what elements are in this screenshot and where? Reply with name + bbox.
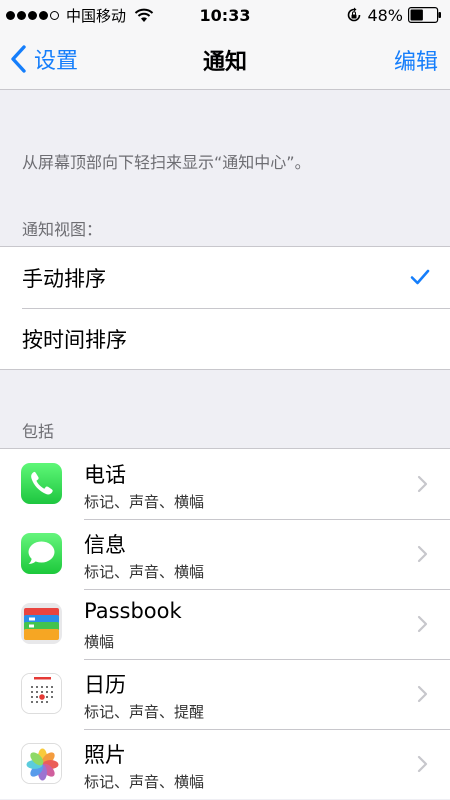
battery-percentage: 48%	[367, 5, 403, 25]
chevron-right-icon	[417, 685, 428, 703]
app-row-photos[interactable]: 照片 标记、声音、横幅	[0, 729, 450, 799]
status-bar: 中国移动 10:33 48%	[0, 0, 450, 30]
include-section-header: 包括	[22, 422, 55, 441]
app-name: 日历	[84, 673, 126, 697]
signal-strength-icon	[6, 10, 59, 20]
app-alert-style: 横幅	[84, 633, 115, 651]
messages-icon	[21, 533, 62, 574]
chevron-right-icon	[417, 475, 428, 493]
status-right: 48%	[346, 6, 442, 25]
back-button[interactable]: 设置	[10, 42, 78, 76]
back-button-label: 设置	[34, 49, 79, 74]
app-row-calendar[interactable]: 日历 标记、声音、提醒	[0, 659, 450, 729]
calendar-icon	[21, 673, 62, 714]
notification-center-hint: 从屏幕顶部向下轻扫来显示“通知中心”。	[22, 153, 311, 172]
sort-options-group: 手动排序 按时间排序	[0, 246, 450, 370]
app-alert-style: 标记、声音、横幅	[84, 563, 205, 581]
passbook-icon	[21, 603, 62, 644]
included-apps-group: 电话 标记、声音、横幅 信息 标记、声音、横幅 Passbook 横幅 日历 标…	[0, 448, 450, 799]
app-name: Passbook	[84, 599, 182, 623]
app-row-messages[interactable]: 信息 标记、声音、横幅	[0, 519, 450, 589]
app-row-passbook[interactable]: Passbook 横幅	[0, 589, 450, 659]
edit-button[interactable]: 编辑	[394, 44, 438, 76]
sort-option-label: 手动排序	[22, 266, 106, 291]
app-name: 照片	[84, 743, 126, 767]
app-alert-style: 标记、声音、横幅	[84, 493, 205, 511]
phone-icon	[21, 463, 62, 504]
chevron-right-icon	[417, 755, 428, 773]
sort-option-label: 按时间排序	[22, 327, 127, 352]
navigation-bar: 设置 通知 编辑	[0, 30, 450, 90]
chevron-right-icon	[417, 615, 428, 633]
wifi-icon	[134, 8, 154, 22]
battery-icon	[408, 7, 441, 23]
sort-option-by-time[interactable]: 按时间排序	[0, 308, 450, 369]
notification-view-header: 通知视图：	[22, 220, 103, 239]
checkmark-icon	[410, 269, 430, 285]
app-row-phone[interactable]: 电话 标记、声音、横幅	[0, 449, 450, 519]
app-name: 电话	[84, 463, 126, 487]
sort-option-manual[interactable]: 手动排序	[0, 247, 450, 308]
chevron-right-icon	[417, 545, 428, 563]
app-name: 信息	[84, 533, 126, 557]
carrier-name: 中国移动	[66, 6, 127, 25]
rotation-lock-icon	[348, 7, 361, 22]
status-left: 中国移动	[6, 5, 154, 26]
photos-icon	[21, 743, 62, 784]
app-alert-style: 标记、声音、提醒	[84, 703, 205, 721]
back-chevron-icon	[11, 45, 26, 73]
app-alert-style: 标记、声音、横幅	[84, 773, 205, 791]
